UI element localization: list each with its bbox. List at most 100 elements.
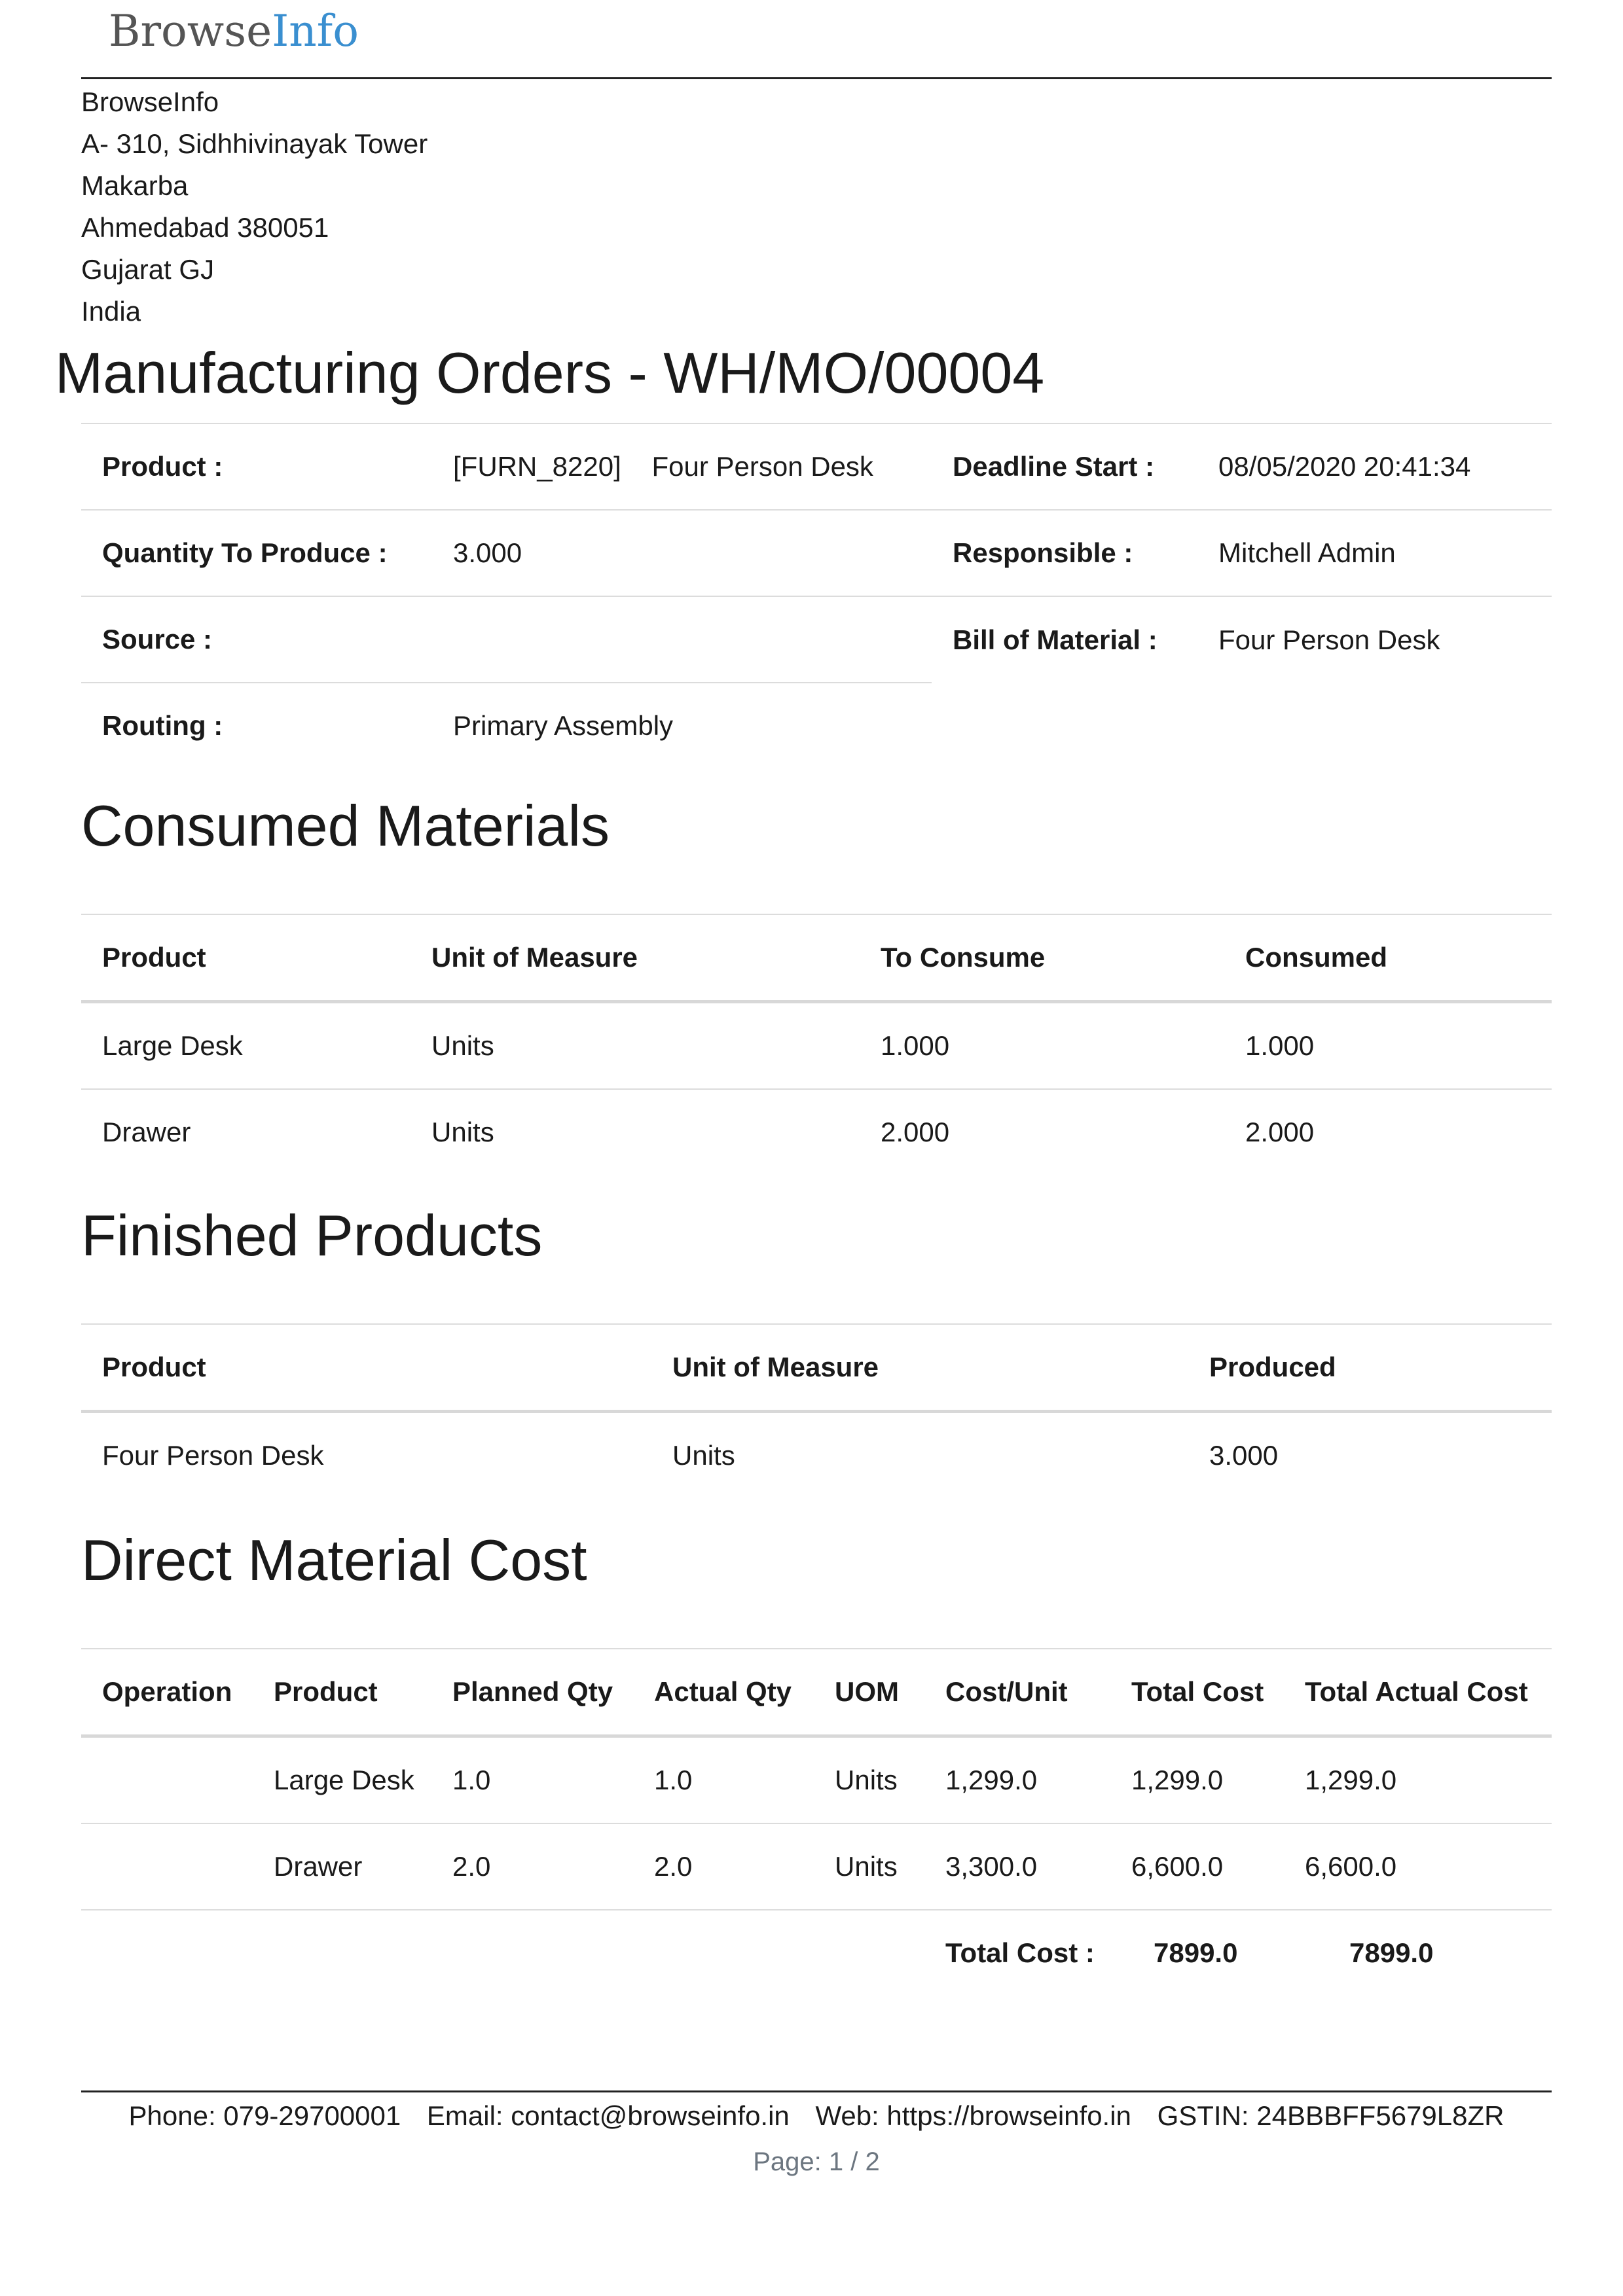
consumed-materials-title: Consumed Materials — [81, 793, 610, 858]
routing-value: Primary Assembly — [432, 682, 932, 768]
direct-material-cost-table: Operation Product Planned Qty Actual Qty… — [81, 1648, 1552, 1996]
table-cell: 1.000 — [1245, 1030, 1315, 1061]
source-label: Source : — [81, 596, 432, 683]
deadline-value: 08/05/2020 20:41:34 — [1197, 423, 1552, 510]
address-line: Ahmedabad 380051 — [81, 212, 329, 243]
table-row: Drawer Units 2.000 2.000 — [81, 1088, 1552, 1175]
responsible-value: Mitchell Admin — [1197, 509, 1552, 596]
column-header: Planned Qty — [431, 1648, 633, 1738]
address-line: Makarba — [81, 170, 189, 201]
table-cell: 1,299.0 — [1131, 1765, 1224, 1795]
table-cell: 1,299.0 — [1305, 1765, 1397, 1795]
table-cell — [81, 1736, 253, 1824]
column-header: Total Cost — [1110, 1648, 1284, 1738]
total-label: Total Cost : — [924, 1909, 1110, 1996]
table-row: Drawer 2.0 2.0 Units 3,300.0 6,600.0 6,6… — [81, 1823, 1552, 1910]
table-row: Four Person Desk Units 3.000 — [81, 1412, 1552, 1499]
table-cell: 1.0 — [452, 1765, 491, 1795]
bom-label: Bill of Material : — [932, 596, 1197, 683]
total-spacer — [81, 1909, 924, 1996]
table-row: Large Desk Units 1.000 1.000 — [81, 1002, 1552, 1090]
footer-gstin: GSTIN: 24BBBFF5679L8ZR — [1157, 2100, 1504, 2131]
finished-products-title: Finished Products — [81, 1203, 543, 1268]
info-row: Quantity To Produce : 3.000 Responsible … — [81, 509, 1552, 596]
table-cell: Drawer — [81, 1088, 410, 1175]
table-cell: 1,299.0 — [945, 1765, 1038, 1795]
table-cell: 6,600.0 — [1284, 1823, 1552, 1910]
table-cell: 2.0 — [633, 1823, 814, 1910]
quantity-value: 3.000 — [432, 509, 932, 596]
column-header: Produced — [1188, 1323, 1552, 1413]
quantity-label: Quantity To Produce : — [81, 509, 432, 596]
footer-divider — [81, 2090, 1552, 2092]
table-cell: Units — [672, 1440, 735, 1471]
column-header: To Consume — [860, 914, 1224, 1003]
empty-cell — [1197, 683, 1552, 768]
table-cell: 2.0 — [431, 1823, 633, 1910]
address-line: Gujarat GJ — [81, 254, 215, 285]
table-cell: 2.000 — [1224, 1088, 1552, 1175]
info-row: Product : [FURN_8220] Four Person Desk D… — [81, 423, 1552, 510]
column-header: Total Actual Cost — [1284, 1648, 1552, 1738]
product-code: [FURN_8220] — [453, 451, 621, 482]
column-header: Consumed — [1224, 914, 1552, 1003]
finished-products-table: Product Unit of Measure Produced Four Pe… — [81, 1323, 1552, 1498]
address-line: India — [81, 296, 141, 327]
logo-text-main: Browse — [109, 6, 272, 56]
info-row: Routing : Primary Assembly — [81, 682, 1552, 768]
total-cost-value: 7899.0 — [1110, 1909, 1284, 1996]
footer-phone: Phone: 079-29700001 — [128, 2100, 401, 2131]
routing-label: Routing : — [81, 682, 432, 768]
column-header: UOM — [814, 1648, 924, 1738]
table-header-row: Operation Product Planned Qty Actual Qty… — [81, 1648, 1552, 1738]
table-cell: 6,600.0 — [1110, 1823, 1284, 1910]
table-cell: Large Desk — [102, 1030, 243, 1061]
column-header: Unit of Measure — [651, 1323, 1188, 1413]
table-row: Large Desk 1.0 1.0 Units 1,299.0 1,299.0… — [81, 1736, 1552, 1824]
deadline-label: Deadline Start : — [932, 423, 1197, 510]
address-line: A- 310, Sidhhivinayak Tower — [81, 128, 428, 159]
footer-contact: Phone: 079-29700001 Email: contact@brows… — [81, 2093, 1552, 2139]
table-cell: Four Person Desk — [102, 1440, 324, 1471]
address-line: BrowseInfo — [81, 86, 219, 117]
info-row: Source : Bill of Material : Four Person … — [81, 596, 1552, 683]
column-header: Product — [81, 914, 410, 1003]
column-header: Operation — [81, 1648, 253, 1738]
column-header: Product — [81, 1323, 651, 1413]
table-cell: 1.0 — [654, 1765, 693, 1795]
page-number: Page: 1 / 2 — [753, 2147, 880, 2176]
table-cell: Units — [835, 1765, 898, 1795]
bom-value: Four Person Desk — [1197, 596, 1552, 683]
consumed-materials-table: Product Unit of Measure To Consume Consu… — [81, 914, 1552, 1175]
footer-email[interactable]: Email: contact@browseinfo.in — [427, 2100, 790, 2131]
table-cell: 3,300.0 — [924, 1823, 1110, 1910]
footer-web[interactable]: Web: https://browseinfo.in — [815, 2100, 1131, 2131]
table-cell: Units — [410, 1088, 860, 1175]
column-header: Product — [253, 1648, 431, 1738]
direct-material-cost-title: Direct Material Cost — [81, 1528, 587, 1592]
column-header: Actual Qty — [633, 1648, 814, 1738]
responsible-label: Responsible : — [932, 509, 1197, 596]
company-address: BrowseInfo A- 310, Sidhhivinayak Tower M… — [81, 81, 428, 332]
empty-cell — [932, 683, 1197, 768]
table-cell: Large Desk — [274, 1765, 414, 1795]
total-row: Total Cost : 7899.0 7899.0 — [81, 1909, 1552, 1996]
product-value: [FURN_8220] Four Person Desk — [432, 423, 932, 510]
table-cell — [81, 1823, 253, 1910]
product-label: Product : — [81, 423, 432, 510]
company-logo: BrowseInfo — [109, 0, 359, 63]
order-info-table: Product : [FURN_8220] Four Person Desk D… — [81, 423, 1552, 768]
total-actual-cost-value: 7899.0 — [1284, 1909, 1552, 1996]
report-page: BrowseInfo BrowseInfo A- 310, Sidhhivina… — [0, 0, 1623, 2296]
table-header-row: Product Unit of Measure Produced — [81, 1323, 1552, 1413]
logo-text-accent: Info — [272, 6, 359, 56]
product-name: Four Person Desk — [651, 451, 873, 482]
column-header: Cost/Unit — [924, 1648, 1110, 1738]
table-cell: Units — [431, 1030, 494, 1061]
table-cell: 1.000 — [881, 1030, 950, 1061]
source-value — [432, 596, 932, 683]
table-cell: Units — [814, 1823, 924, 1910]
table-cell: 3.000 — [1209, 1440, 1279, 1471]
table-cell: Drawer — [253, 1823, 431, 1910]
table-header-row: Product Unit of Measure To Consume Consu… — [81, 914, 1552, 1003]
